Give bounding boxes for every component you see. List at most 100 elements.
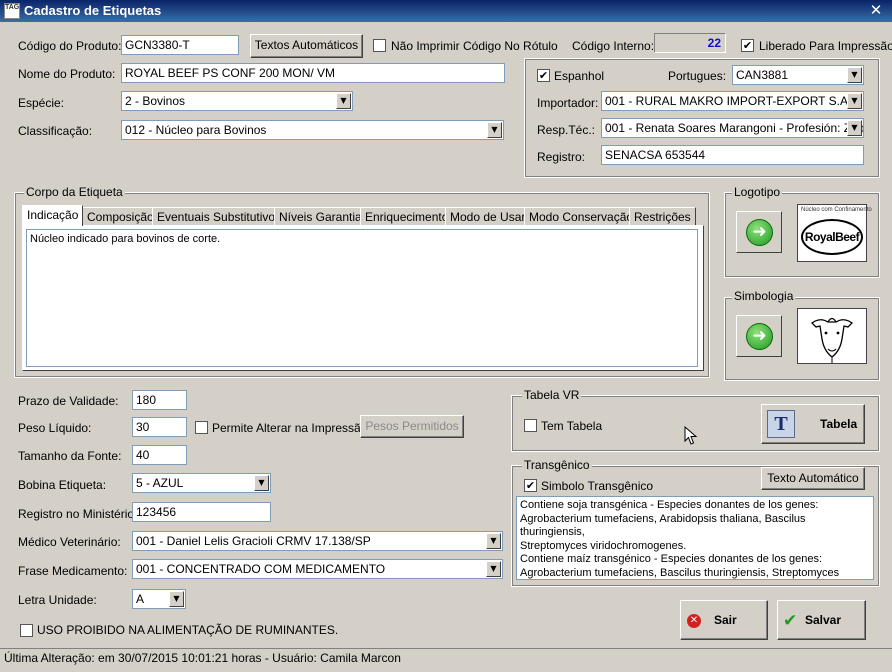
- pesos-permitidos-button[interactable]: Pesos Permitidos: [360, 415, 464, 438]
- permite-alterar-checkbox[interactable]: [195, 421, 208, 434]
- letra-unidade-select[interactable]: A ▼: [132, 589, 186, 609]
- medico-veterinario-select[interactable]: 001 - Daniel Lelis Gracioli CRMV 17.138/…: [132, 531, 503, 551]
- simbolo-transgenico-checkbox[interactable]: ✔: [524, 479, 537, 492]
- simbologia-select-button[interactable]: ➜: [736, 315, 782, 357]
- tab-modo-de-usar[interactable]: Modo de Usar: [445, 207, 531, 226]
- tab-indicacao[interactable]: Indicação: [22, 205, 84, 226]
- chevron-down-icon[interactable]: ▼: [847, 93, 862, 109]
- nao-imprimir-checkbox[interactable]: [373, 39, 386, 52]
- chevron-down-icon[interactable]: ▼: [847, 67, 862, 83]
- registro-input[interactable]: SENACSA 653544: [601, 145, 864, 165]
- tab-restricoes[interactable]: Restrições: [629, 207, 696, 226]
- sair-button[interactable]: ✕ Sair: [680, 600, 768, 640]
- tab-composicao[interactable]: Composição: [82, 207, 159, 226]
- portugues-select[interactable]: CAN3881 ▼: [732, 65, 864, 85]
- tabela-icon: T: [767, 410, 795, 438]
- importador-select[interactable]: 001 - RURAL MAKRO IMPORT-EXPORT S.A. - D…: [601, 91, 864, 111]
- tab-niveis-garantia[interactable]: Níveis Garantia: [274, 207, 367, 226]
- frase-medicamento-value: 001 - CONCENTRADO COM MEDICAMENTO: [136, 562, 386, 576]
- prazo-validade-input[interactable]: 180: [132, 390, 187, 410]
- espanhol-checkbox[interactable]: ✔: [537, 69, 550, 82]
- tab-modo-conservacao[interactable]: Modo Conservação: [524, 207, 639, 226]
- registro-ministerio-input[interactable]: 123456: [132, 502, 271, 522]
- chevron-down-icon[interactable]: ▼: [487, 122, 502, 138]
- nao-imprimir-label: Não Imprimir Código No Rótulo: [391, 39, 558, 53]
- portugues-label: Portugues:: [668, 69, 727, 83]
- medico-veterinario-label: Médico Veterinário:: [18, 535, 121, 549]
- cattle-head-icon: [811, 317, 853, 363]
- especie-label: Espécie:: [18, 96, 65, 110]
- nome-produto-input[interactable]: ROYAL BEEF PS CONF 200 MON/ VM: [121, 63, 505, 83]
- nome-produto-label: Nome do Produto:: [18, 67, 116, 81]
- espanhol-label: Espanhol: [554, 69, 605, 83]
- sair-label: Sair: [714, 613, 737, 627]
- registro-label: Registro:: [537, 150, 586, 164]
- codigo-produto-input[interactable]: GCN3380-T: [121, 35, 239, 55]
- simbologia-title: Simbologia: [732, 289, 796, 303]
- tab-enriquecimento[interactable]: Enriquecimento: [360, 207, 454, 226]
- salvar-button[interactable]: ✔ Salvar: [777, 600, 866, 640]
- frase-medicamento-label: Frase Medicamento:: [18, 564, 128, 578]
- arrow-right-icon: ➜: [746, 219, 773, 246]
- textos-automaticos-button[interactable]: Textos Automáticos: [250, 34, 363, 58]
- chevron-down-icon[interactable]: ▼: [169, 591, 184, 607]
- codigo-produto-label: Código do Produto:: [18, 39, 122, 53]
- prazo-validade-label: Prazo de Validade:: [18, 394, 119, 408]
- texto-automatico-button[interactable]: Texto Automático: [761, 467, 865, 490]
- importador-value: 001 - RURAL MAKRO IMPORT-EXPORT S.A. - D…: [605, 94, 864, 108]
- salvar-label: Salvar: [805, 613, 842, 627]
- medico-veterinario-value: 001 - Daniel Lelis Gracioli CRMV 17.138/…: [136, 534, 371, 548]
- resp-tec-select[interactable]: 001 - Renata Soares Marangoni - Profesió…: [601, 118, 864, 138]
- tamanho-fonte-label: Tamanho da Fonte:: [18, 449, 122, 463]
- logotipo-select-button[interactable]: ➜: [736, 211, 782, 253]
- chevron-down-icon[interactable]: ▼: [336, 93, 351, 109]
- especie-select[interactable]: 2 - Bovinos ▼: [121, 91, 353, 111]
- arrow-right-icon: ➜: [746, 323, 773, 350]
- bobina-etiqueta-select[interactable]: 5 - AZUL ▼: [132, 473, 271, 493]
- resp-tec-label: Resp.Téc.:: [537, 123, 596, 137]
- logo-brand-text: RoyalBeef: [801, 219, 863, 255]
- tamanho-fonte-input[interactable]: 40: [132, 445, 187, 465]
- indicacao-textarea[interactable]: Núcleo indicado para bovinos de corte.: [26, 229, 698, 367]
- classificacao-value: 012 - Núcleo para Bovinos: [125, 123, 267, 137]
- liberado-label: Liberado Para Impressão: [759, 39, 892, 53]
- chevron-down-icon[interactable]: ▼: [486, 533, 501, 549]
- uso-proibido-label: USO PROIBIDO NA ALIMENTAÇÃO DE RUMINANTE…: [37, 623, 339, 637]
- especie-value: 2 - Bovinos: [125, 94, 186, 108]
- window-title: Cadastro de Etiquetas: [24, 3, 162, 18]
- chevron-down-icon[interactable]: ▼: [847, 120, 862, 136]
- registro-ministerio-label: Registro no Ministério:: [18, 507, 138, 521]
- codigo-interno-label: Código Interno:: [572, 39, 655, 53]
- logo-small-text: Núcleo com Confinamento: [801, 207, 872, 213]
- tab-eventuais-substitutivos[interactable]: Eventuais Substitutivos: [152, 207, 287, 226]
- classificacao-select[interactable]: 012 - Núcleo para Bovinos ▼: [121, 120, 504, 140]
- peso-liquido-input[interactable]: 30: [132, 417, 187, 437]
- importador-label: Importador:: [537, 96, 599, 110]
- tem-tabela-checkbox[interactable]: [524, 419, 537, 432]
- tem-tabela-label: Tem Tabela: [541, 419, 603, 433]
- transgenico-textarea[interactable]: Contiene soja transgénica - Especies don…: [516, 496, 874, 580]
- tabela-button[interactable]: T Tabela: [761, 404, 865, 444]
- chevron-down-icon[interactable]: ▼: [486, 561, 501, 577]
- portugues-value: CAN3881: [736, 68, 789, 82]
- logo-image: Núcleo com Confinamento RoyalBeef: [797, 204, 872, 262]
- classificacao-label: Classificação:: [18, 124, 93, 138]
- liberado-checkbox[interactable]: ✔: [741, 39, 754, 52]
- app-icon: TAG: [4, 3, 20, 19]
- corpo-etiqueta-title: Corpo da Etiqueta: [24, 185, 125, 199]
- logotipo-title: Logotipo: [732, 185, 783, 199]
- resp-tec-value: 001 - Renata Soares Marangoni - Profesió…: [605, 121, 864, 135]
- simbolo-transgenico-label: Simbolo Transgênico: [541, 479, 654, 493]
- bobina-etiqueta-value: 5 - AZUL: [136, 476, 184, 490]
- bobina-etiqueta-label: Bobina Etiqueta:: [18, 478, 107, 492]
- close-icon[interactable]: ✕: [866, 2, 886, 20]
- letra-unidade-label: Letra Unidade:: [18, 593, 97, 607]
- codigo-interno-value: 22: [654, 33, 726, 53]
- mouse-cursor-icon: [684, 425, 698, 449]
- cattle-symbol-image: [797, 308, 867, 364]
- uso-proibido-checkbox[interactable]: [20, 624, 33, 637]
- chevron-down-icon[interactable]: ▼: [254, 475, 269, 491]
- tabela-button-label: Tabela: [820, 417, 858, 431]
- peso-liquido-label: Peso Líquido:: [18, 421, 92, 435]
- frase-medicamento-select[interactable]: 001 - CONCENTRADO COM MEDICAMENTO ▼: [132, 559, 503, 579]
